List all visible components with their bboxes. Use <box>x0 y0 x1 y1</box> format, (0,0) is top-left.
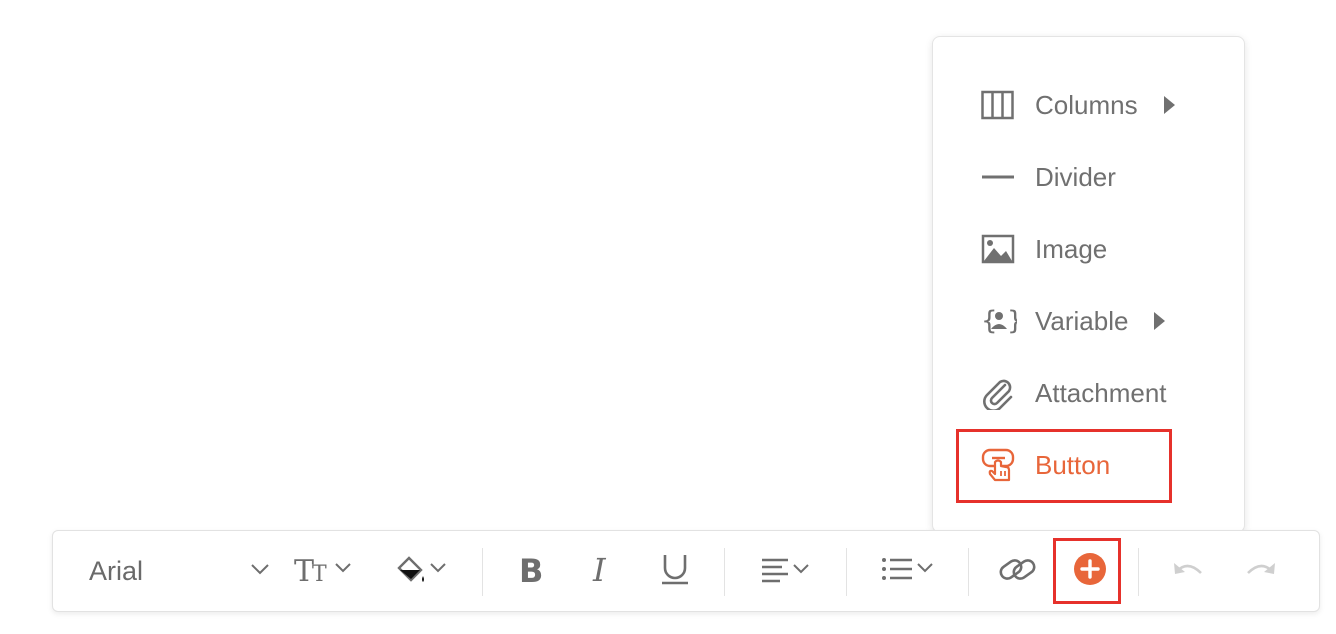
columns-icon <box>981 86 1019 124</box>
font-size-icon: TT <box>294 552 356 591</box>
submenu-arrow-icon <box>1162 95 1176 115</box>
link-icon <box>998 553 1038 590</box>
fill-color-button[interactable] <box>391 531 455 611</box>
link-button[interactable] <box>995 531 1041 611</box>
chevron-down-icon <box>251 562 269 580</box>
undo-icon <box>1170 557 1206 586</box>
svg-text:B: B <box>519 553 543 585</box>
toolbar-divider <box>482 548 483 596</box>
font-size-button[interactable]: TT <box>293 531 357 611</box>
svg-text:}: } <box>1007 306 1017 336</box>
undo-button[interactable] <box>1165 531 1211 611</box>
bold-icon: B <box>516 552 546 590</box>
fill-color-icon <box>393 552 453 591</box>
menu-item-columns[interactable]: Columns <box>981 85 1176 125</box>
svg-text:T: T <box>312 562 327 586</box>
menu-item-label: Variable <box>1035 305 1129 336</box>
paperclip-icon <box>981 374 1019 412</box>
toolbar-divider <box>846 548 847 596</box>
menu-item-label: Divider <box>1035 161 1116 192</box>
submenu-arrow-icon <box>1152 311 1166 331</box>
toolbar-divider <box>724 548 725 596</box>
redo-button[interactable] <box>1238 531 1284 611</box>
align-button[interactable] <box>753 531 819 611</box>
font-family-value: Arial <box>89 555 144 586</box>
list-button[interactable] <box>875 531 941 611</box>
menu-item-label: Image <box>1035 233 1108 264</box>
font-family-select[interactable]: Arial <box>89 531 269 611</box>
svg-text:I: I <box>592 553 607 585</box>
variable-icon: {} <box>981 302 1019 340</box>
toolbar-divider <box>1138 548 1139 596</box>
menu-item-label: Columns <box>1035 89 1138 120</box>
italic-button[interactable]: I <box>581 531 625 611</box>
underline-icon <box>659 552 691 591</box>
menu-item-attachment[interactable]: Attachment <box>981 373 1167 413</box>
menu-item-image[interactable]: Image <box>981 229 1107 269</box>
bold-button[interactable]: B <box>509 531 553 611</box>
redo-icon <box>1243 557 1279 586</box>
button-item-highlight <box>956 429 1172 503</box>
editor-toolbar: Arial TT B I <box>52 530 1320 612</box>
menu-item-variable[interactable]: {} Variable <box>981 301 1166 341</box>
svg-text:{: { <box>981 306 998 336</box>
list-icon <box>877 554 939 589</box>
italic-icon: I <box>588 551 618 590</box>
svg-text:T: T <box>294 554 314 586</box>
menu-item-divider[interactable]: Divider <box>981 157 1116 197</box>
image-icon <box>981 230 1019 268</box>
menu-item-label: Attachment <box>1035 377 1167 408</box>
align-icon <box>756 554 816 589</box>
divider-icon <box>981 158 1019 196</box>
toolbar-divider <box>968 548 969 596</box>
underline-button[interactable] <box>653 531 697 611</box>
insert-button-highlight <box>1053 538 1121 604</box>
